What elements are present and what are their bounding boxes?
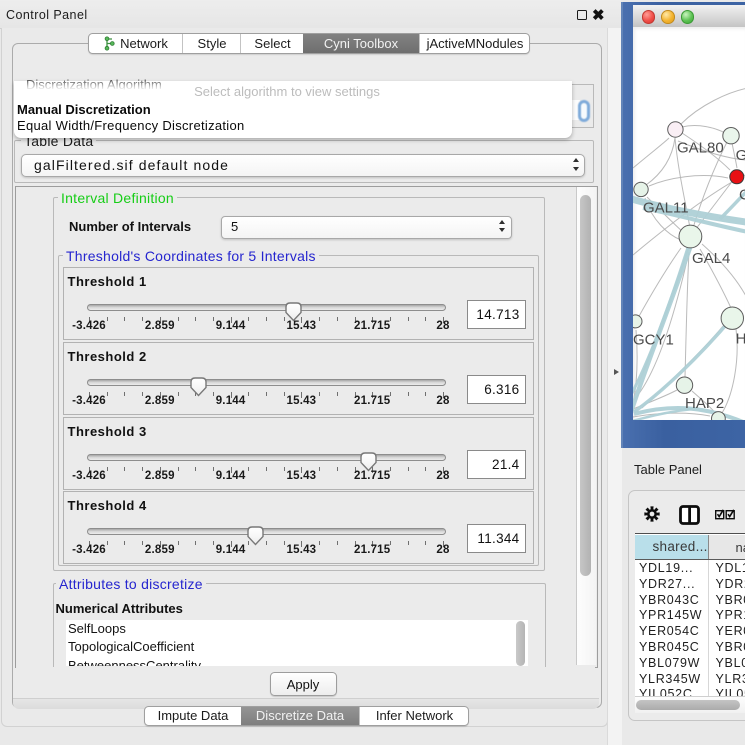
svg-text:GA: GA — [736, 147, 745, 164]
svg-text:HAP2: HAP2 — [685, 395, 724, 412]
svg-text:GCY1: GCY1 — [633, 331, 674, 348]
svg-text:GAL80: GAL80 — [677, 139, 724, 156]
svg-text:GAL4: GAL4 — [692, 250, 730, 267]
svg-text:HA: HA — [736, 330, 745, 347]
svg-text:C: C — [739, 187, 745, 204]
svg-text:GAL11: GAL11 — [643, 199, 689, 216]
